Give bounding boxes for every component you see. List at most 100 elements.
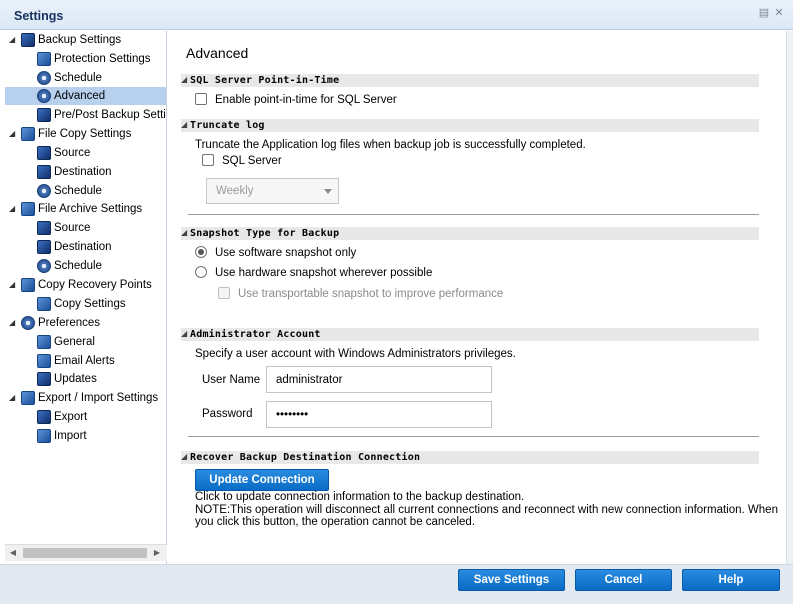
right-edge-strip xyxy=(786,31,793,564)
tree-item-general[interactable]: General xyxy=(5,333,166,351)
section-header-sql-pit[interactable]: ◢ SQL Server Point-in-Time xyxy=(181,74,759,87)
tree-item-advanced[interactable]: Advanced xyxy=(5,87,166,105)
divider xyxy=(188,436,759,437)
preferences-icon xyxy=(21,316,35,330)
tree-item-label: Preferences xyxy=(38,317,101,329)
backup-icon xyxy=(21,33,35,47)
recover-line-1: Click to update connection information t… xyxy=(195,491,525,503)
password-input[interactable] xyxy=(266,401,492,428)
expand-icon[interactable]: ◢ xyxy=(9,314,19,332)
tree-item-label: Email Alerts xyxy=(54,355,115,367)
expand-icon[interactable]: ◢ xyxy=(9,31,19,49)
tree-item-copy-settings[interactable]: Copy Settings xyxy=(5,295,166,313)
username-input[interactable] xyxy=(266,366,492,393)
import-icon xyxy=(37,429,51,443)
admin-description: Specify a user account with Windows Admi… xyxy=(195,348,516,360)
tree-item-destination[interactable]: Destination xyxy=(5,238,166,256)
tree-item-export[interactable]: Export xyxy=(5,408,166,426)
tree-item-source[interactable]: Source xyxy=(5,144,166,162)
copy-settings-icon xyxy=(37,297,51,311)
tree-item-label: Export xyxy=(54,411,88,423)
expand-icon[interactable]: ◢ xyxy=(9,125,19,143)
tree-item-schedule[interactable]: Schedule xyxy=(5,182,166,200)
email-icon xyxy=(37,354,51,368)
section-header-truncate-log[interactable]: ◢ Truncate log xyxy=(181,119,759,132)
footer-bar: Save Settings Cancel Help xyxy=(0,564,793,604)
hardware-snapshot-radio[interactable] xyxy=(195,266,207,278)
tree-item-source[interactable]: Source xyxy=(5,219,166,237)
expand-icon[interactable]: ◢ xyxy=(9,200,19,218)
transportable-snapshot-checkbox[interactable] xyxy=(218,287,230,299)
sql-server-checkbox[interactable] xyxy=(202,154,214,166)
software-snapshot-label: Use software snapshot only xyxy=(215,247,357,259)
username-label: User Name xyxy=(202,374,261,386)
updates-icon xyxy=(37,372,51,386)
tree-item-label: Advanced xyxy=(54,90,106,102)
update-connection-button[interactable]: Update Connection xyxy=(195,469,329,491)
schedule-icon xyxy=(37,259,51,273)
tree-item-prepost-backup[interactable]: Pre/Post Backup Settings xyxy=(5,106,166,124)
collapse-icon[interactable]: ◢ xyxy=(181,228,187,237)
tree-horizontal-scrollbar[interactable]: ◀ ▶ xyxy=(5,544,167,561)
truncate-frequency-select[interactable]: Weekly xyxy=(206,178,339,204)
tree-item-destination[interactable]: Destination xyxy=(5,163,166,181)
scroll-right-icon[interactable]: ▶ xyxy=(151,547,163,559)
section-header-recover-connection[interactable]: ◢ Recover Backup Destination Connection xyxy=(181,451,759,464)
tree-item-import[interactable]: Import xyxy=(5,427,166,445)
section-title: Recover Backup Destination Connection xyxy=(190,452,421,463)
tree-item-updates[interactable]: Updates xyxy=(5,370,166,388)
collapse-icon[interactable]: ◢ xyxy=(181,120,187,129)
maximize-icon[interactable]: ▤ xyxy=(758,7,770,19)
sql-server-label: SQL Server xyxy=(222,155,282,167)
expand-icon[interactable]: ◢ xyxy=(9,389,19,407)
export-icon xyxy=(37,410,51,424)
tree-item-label: Source xyxy=(54,222,91,234)
transportable-snapshot-label: Use transportable snapshot to improve pe… xyxy=(238,288,504,300)
scrollbar-thumb[interactable] xyxy=(23,548,147,558)
section-header-snapshot[interactable]: ◢ Snapshot Type for Backup xyxy=(181,227,759,240)
tree-item-label: Backup Settings xyxy=(38,34,122,46)
tree-item-label: File Archive Settings xyxy=(38,203,143,215)
tree-item-label: Import xyxy=(54,430,87,442)
tree-item-file-archive-settings[interactable]: ◢ File Archive Settings xyxy=(5,200,166,218)
sql-pit-checkbox[interactable] xyxy=(195,93,207,105)
recover-line-2: NOTE:This operation will disconnect all … xyxy=(195,504,778,516)
tree-item-export-import-settings[interactable]: ◢ Export / Import Settings xyxy=(5,389,166,407)
save-settings-button[interactable]: Save Settings xyxy=(458,569,565,591)
page-title: Advanced xyxy=(186,45,249,61)
window-title: Settings xyxy=(14,9,64,23)
schedule-icon xyxy=(37,184,51,198)
tree-item-file-copy-settings[interactable]: ◢ File Copy Settings xyxy=(5,125,166,143)
cancel-button[interactable]: Cancel xyxy=(575,569,672,591)
schedule-icon xyxy=(37,71,51,85)
collapse-icon[interactable]: ◢ xyxy=(181,329,187,338)
hardware-snapshot-label: Use hardware snapshot wherever possible xyxy=(215,267,433,279)
tree-item-protection-settings[interactable]: Protection Settings xyxy=(5,50,166,68)
file-copy-icon xyxy=(21,127,35,141)
tree-item-label: Destination xyxy=(54,241,112,253)
title-bar: Settings ▤ ✕ xyxy=(0,0,793,30)
prepost-icon xyxy=(37,108,51,122)
tree-item-backup-settings[interactable]: ◢ Backup Settings xyxy=(5,31,166,49)
destination-icon xyxy=(37,240,51,254)
help-button[interactable]: Help xyxy=(682,569,780,591)
section-header-admin-account[interactable]: ◢ Administrator Account xyxy=(181,328,759,341)
tree-item-schedule[interactable]: Schedule xyxy=(5,257,166,275)
expand-icon[interactable]: ◢ xyxy=(9,276,19,294)
collapse-icon[interactable]: ◢ xyxy=(181,452,187,461)
tree-item-label: Source xyxy=(54,147,91,159)
tree-item-schedule[interactable]: Schedule xyxy=(5,69,166,87)
destination-icon xyxy=(37,165,51,179)
software-snapshot-radio[interactable] xyxy=(195,246,207,258)
collapse-icon[interactable]: ◢ xyxy=(181,75,187,84)
tree-item-label: Copy Recovery Points xyxy=(38,279,152,291)
export-import-icon xyxy=(21,391,35,405)
tree-item-label: Schedule xyxy=(54,260,102,272)
tree-item-email-alerts[interactable]: Email Alerts xyxy=(5,352,166,370)
scroll-left-icon[interactable]: ◀ xyxy=(7,547,19,559)
select-value: Weekly xyxy=(216,185,254,197)
tree-item-preferences[interactable]: ◢ Preferences xyxy=(5,314,166,332)
copy-recovery-icon xyxy=(21,278,35,292)
close-icon[interactable]: ✕ xyxy=(773,7,785,19)
tree-item-copy-recovery-points[interactable]: ◢ Copy Recovery Points xyxy=(5,276,166,294)
